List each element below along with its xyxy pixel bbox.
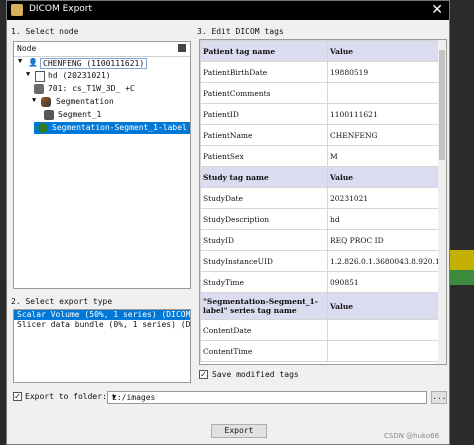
table-row[interactable]: PatientBirthDate 19880519 [200,61,440,83]
title-bar: DICOM Export ✕ [7,1,449,20]
export-type-list[interactable]: Scalar Volume (50%, 1 series) (DICOMScal… [13,309,191,383]
tree-item-label: Segment_1 [58,110,102,119]
tree-item-volume[interactable]: 701: cs_T1W_3D_ +C [34,83,184,95]
tag-value-cell[interactable]: 1100111621 [327,103,440,125]
tree-item-label: 701: cs_T1W_3D_ +C [48,84,135,93]
table-row[interactable]: PatientComments [200,82,440,104]
node-column-label: Node [17,44,37,53]
table-row[interactable]: StudyDescription hd [200,208,440,230]
tag-name-cell: StudyDate [200,187,328,209]
tree-item-label-map[interactable]: Segmentation-Segment_1-label [34,122,190,134]
series-header-row: "Segmentation-Segment_1-label" series ta… [200,292,440,320]
save-modified-label: Save modified tags [212,370,299,379]
tag-name-cell: PatientName [200,124,328,146]
tag-value-cell[interactable] [327,340,440,362]
collapse-arrow-icon[interactable]: ▼ [26,70,30,78]
tag-value-cell[interactable]: 090851 [327,271,440,293]
header-cell: Value [327,292,440,320]
tree-item-label: Segmentation [56,97,114,106]
tag-value-cell[interactable]: 1.2.826.0.1.3680043.8.920.10••• [327,250,440,272]
tree-item-segmentation[interactable]: ▼ Segmentation [32,96,182,108]
tag-name-cell: StudyID [200,229,328,251]
table-row[interactable]: PatientID 1100111621 [200,103,440,125]
header-cell: Patient tag name [200,40,328,62]
tree-item-label: Segmentation-Segment_1-label [52,123,187,132]
background-right [450,0,474,445]
collapse-arrow-icon[interactable]: ▼ [32,96,36,104]
tag-value-cell[interactable] [327,82,440,104]
edit-tags-label: 3. Edit DICOM tags [197,27,284,36]
tag-name-cell: PatientID [200,103,328,125]
tag-name-cell: PatientSex [200,145,328,167]
segment-icon [44,110,54,120]
export-type-item[interactable]: Slicer data bundle (0%, 1 series) (DICOM… [14,320,190,330]
study-icon [35,71,45,82]
tag-value-cell[interactable]: hd [327,208,440,230]
dicom-export-dialog: DICOM Export ✕ 1. Select node Node ▼ 👤 C… [6,0,450,445]
table-row[interactable]: PatientName CHENFENG [200,124,440,146]
header-cell: Value [327,166,440,188]
header-cell: "Segmentation-Segment_1-label" series ta… [200,292,328,320]
tree-item-study[interactable]: ▼ hd (20231021) [26,70,186,82]
header-cell: Value [327,40,440,62]
tag-value-cell[interactable]: M [327,145,440,167]
patient-icon: 👤 [28,58,38,67]
tree-item-segment[interactable]: Segment_1 [44,109,184,121]
table-row[interactable]: StudyTime 090851 [200,271,440,293]
column-options-icon[interactable] [178,44,186,52]
chevron-down-icon[interactable]: ▼ [112,393,424,401]
tag-value-cell[interactable]: 19880519 [327,61,440,83]
tag-name-cell: ContentTime [200,340,328,362]
export-button[interactable]: Export [211,424,267,438]
scrollbar-thumb[interactable] [439,50,445,160]
table-row[interactable]: StudyID REQ PROC ID [200,229,440,251]
study-header-row: Study tag name Value [200,166,440,188]
collapse-arrow-icon[interactable]: ▼ [18,57,22,65]
tag-name-cell: StudyTime [200,271,328,293]
segmentation-icon [41,97,51,107]
save-modified-checkbox[interactable]: ✓ [199,370,208,379]
table-row[interactable]: PatientSex M [200,145,440,167]
export-type-item[interactable]: Scalar Volume (50%, 1 series) (DICOMScal… [14,310,190,320]
volume-icon [34,84,44,94]
tree-item-label: hd (20231021) [48,71,111,80]
table-row[interactable]: ContentDate [200,319,440,341]
tree-item-patient[interactable]: ▼ 👤 CHENFENG (1100111621) [18,57,188,69]
close-icon[interactable]: ✕ [431,2,443,18]
tag-name-cell: PatientComments [200,82,328,104]
browse-button[interactable]: ... [431,391,447,404]
table-row[interactable]: StudyDate 20231021 [200,187,440,209]
table-row[interactable]: ContentTime [200,340,440,362]
app-icon [11,4,23,16]
tag-value-cell[interactable]: 20231021 [327,187,440,209]
tag-value-cell[interactable]: REQ PROC ID [327,229,440,251]
window-title: DICOM Export [29,4,93,14]
tag-name-cell: ContentDate [200,319,328,341]
export-folder-label: Export to folder: [25,392,107,401]
dicom-tags-table: Patient tag name Value PatientBirthDate 1… [199,39,447,365]
tag-value-cell[interactable] [327,319,440,341]
labelmap-icon [38,123,48,133]
header-cell: Study tag name [200,166,328,188]
export-folder-checkbox[interactable]: ✓ [13,392,22,401]
node-column-header: Node [14,42,190,57]
tree-item-label: CHENFENG (1100111621) [40,58,148,69]
export-folder-input[interactable]: L:/images ▼ [107,391,427,404]
watermark: CSDN @huko66 [384,432,440,440]
select-node-label: 1. Select node [11,27,79,36]
tag-value-cell[interactable]: CHENFENG [327,124,440,146]
export-type-label: 2. Select export type [11,297,113,306]
patient-header-row: Patient tag name Value [200,40,440,62]
node-tree[interactable]: Node ▼ 👤 CHENFENG (1100111621) ▼ hd (202… [13,41,191,289]
tags-scrollbar[interactable] [438,40,446,364]
tag-name-cell: StudyDescription [200,208,328,230]
tag-name-cell: PatientBirthDate [200,61,328,83]
tag-name-cell: StudyInstanceUID [200,250,328,272]
table-row[interactable]: StudyInstanceUID 1.2.826.0.1.3680043.8.92… [200,250,440,272]
